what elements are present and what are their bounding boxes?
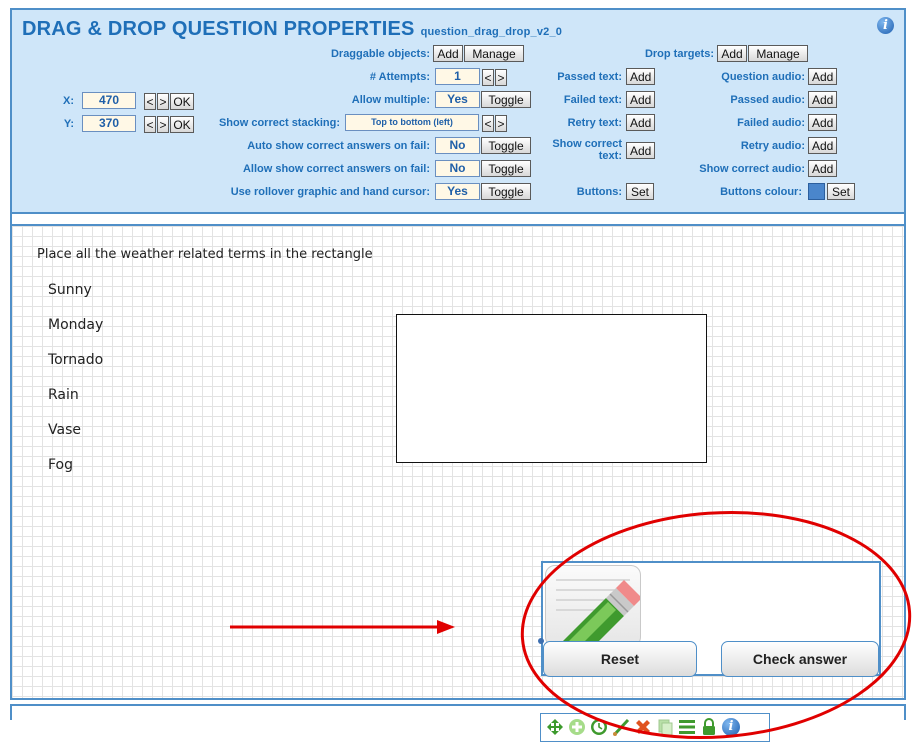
auto-show-label: Auto show correct answers on fail: — [247, 140, 430, 152]
retry-text-add-button[interactable]: Add — [626, 114, 655, 131]
rollover-value: Yes — [435, 183, 480, 200]
clock-icon[interactable] — [590, 718, 608, 736]
failed-audio-add-button[interactable]: Add — [808, 114, 837, 131]
retry-audio-label: Retry audio: — [740, 140, 805, 152]
info-icon[interactable]: i — [877, 17, 894, 34]
draggable-term[interactable]: Monday — [48, 317, 103, 333]
copy-icon[interactable] — [656, 718, 674, 736]
retry-audio-add-button[interactable]: Add — [808, 137, 837, 154]
passed-audio-label: Passed audio: — [730, 94, 805, 106]
properties-panel: DRAG & DROP QUESTION PROPERTIES question_… — [10, 8, 906, 214]
allow-multiple-toggle-button[interactable]: Toggle — [481, 91, 531, 108]
panel-title-text: DRAG & DROP QUESTION PROPERTIES — [22, 18, 415, 40]
show-correct-stacking-label: Show correct stacking: — [218, 117, 340, 129]
failed-text-label: Failed text: — [563, 94, 622, 106]
allow-multiple-value: Yes — [435, 91, 480, 108]
passed-text-label: Passed text: — [557, 71, 622, 83]
attempts-prev-button[interactable]: < — [482, 69, 494, 86]
failed-audio-label: Failed audio: — [737, 117, 805, 129]
attempts-field[interactable]: 1 — [435, 68, 480, 85]
widget-toolbar: i — [540, 713, 770, 742]
panel-divider — [10, 214, 906, 224]
show-correct-text-add-button[interactable]: Add — [626, 142, 655, 159]
drop-targets-label: Drop targets: — [644, 48, 714, 60]
x-value-field[interactable]: 470 — [82, 92, 136, 109]
reset-button[interactable]: Reset — [543, 641, 697, 677]
draggable-term[interactable]: Sunny — [48, 282, 92, 298]
info-icon[interactable]: i — [722, 718, 740, 736]
draggable-term[interactable]: Rain — [48, 387, 79, 403]
x-prev-button[interactable]: < — [144, 93, 156, 110]
x-next-button[interactable]: > — [157, 93, 169, 110]
show-correct-text-label-line2: text: — [598, 150, 622, 162]
add-icon[interactable] — [568, 718, 586, 736]
question-instruction: Place all the weather related terms in t… — [37, 247, 373, 262]
buttons-colour-set-button[interactable]: Set — [827, 183, 855, 200]
x-label: X: — [63, 95, 74, 107]
draggable-manage-button[interactable]: Manage — [464, 45, 524, 62]
brush-icon[interactable] — [612, 718, 630, 736]
show-correct-audio-add-button[interactable]: Add — [808, 160, 837, 177]
attempts-label: # Attempts: — [369, 71, 430, 83]
attempts-next-button[interactable]: > — [495, 69, 507, 86]
panel-subtitle: question_drag_drop_v2_0 — [420, 26, 563, 38]
y-value-field[interactable]: 370 — [82, 115, 136, 132]
stacking-prev-button[interactable]: < — [482, 115, 494, 132]
drop-targets-add-button[interactable]: Add — [717, 45, 747, 62]
auto-show-value: No — [435, 137, 480, 154]
auto-show-toggle-button[interactable]: Toggle — [481, 137, 531, 154]
allow-show-value: No — [435, 160, 480, 177]
buttons-label: Buttons: — [576, 186, 622, 198]
failed-text-add-button[interactable]: Add — [626, 91, 655, 108]
question-audio-add-button[interactable]: Add — [808, 68, 837, 85]
buttons-colour-label: Buttons colour: — [720, 186, 802, 198]
lock-icon[interactable] — [700, 718, 718, 736]
panel-title: DRAG & DROP QUESTION PROPERTIES question_… — [22, 18, 562, 41]
buttons-set-button[interactable]: Set — [626, 183, 654, 200]
drop-targets-manage-button[interactable]: Manage — [748, 45, 808, 62]
resize-handle[interactable] — [538, 638, 544, 644]
list-icon[interactable] — [678, 718, 696, 736]
drop-target-rectangle[interactable] — [396, 314, 707, 463]
pencil-notepad-icon — [545, 565, 641, 647]
show-correct-text-label-line1: Show correct — [552, 138, 622, 150]
draggable-add-button[interactable]: Add — [433, 45, 463, 62]
stacking-value[interactable]: Top to bottom (left) — [345, 114, 479, 131]
draggable-term[interactable]: Tornado — [48, 352, 103, 368]
y-label: Y: — [63, 118, 74, 130]
retry-text-label: Retry text: — [567, 117, 622, 129]
draggable-objects-label: Draggable objects: — [330, 48, 430, 60]
allow-multiple-label: Allow multiple: — [351, 94, 430, 106]
move-icon[interactable] — [546, 718, 564, 736]
question-audio-label: Question audio: — [721, 71, 805, 83]
allow-show-toggle-button[interactable]: Toggle — [481, 160, 531, 177]
stacking-next-button[interactable]: > — [495, 115, 507, 132]
buttons-colour-swatch[interactable] — [808, 183, 825, 200]
show-correct-audio-label: Show correct audio: — [699, 163, 805, 175]
rollover-label: Use rollover graphic and hand cursor: — [230, 186, 430, 198]
check-answer-button[interactable]: Check answer — [721, 641, 879, 677]
x-ok-button[interactable]: OK — [170, 93, 194, 110]
passed-audio-add-button[interactable]: Add — [808, 91, 837, 108]
bottom-panel-strip — [10, 704, 906, 720]
draggable-term[interactable]: Fog — [48, 457, 73, 473]
draggable-term[interactable]: Vase — [48, 422, 81, 438]
delete-icon[interactable] — [634, 718, 652, 736]
rollover-toggle-button[interactable]: Toggle — [481, 183, 531, 200]
allow-show-label: Allow show correct answers on fail: — [242, 163, 430, 175]
passed-text-add-button[interactable]: Add — [626, 68, 655, 85]
